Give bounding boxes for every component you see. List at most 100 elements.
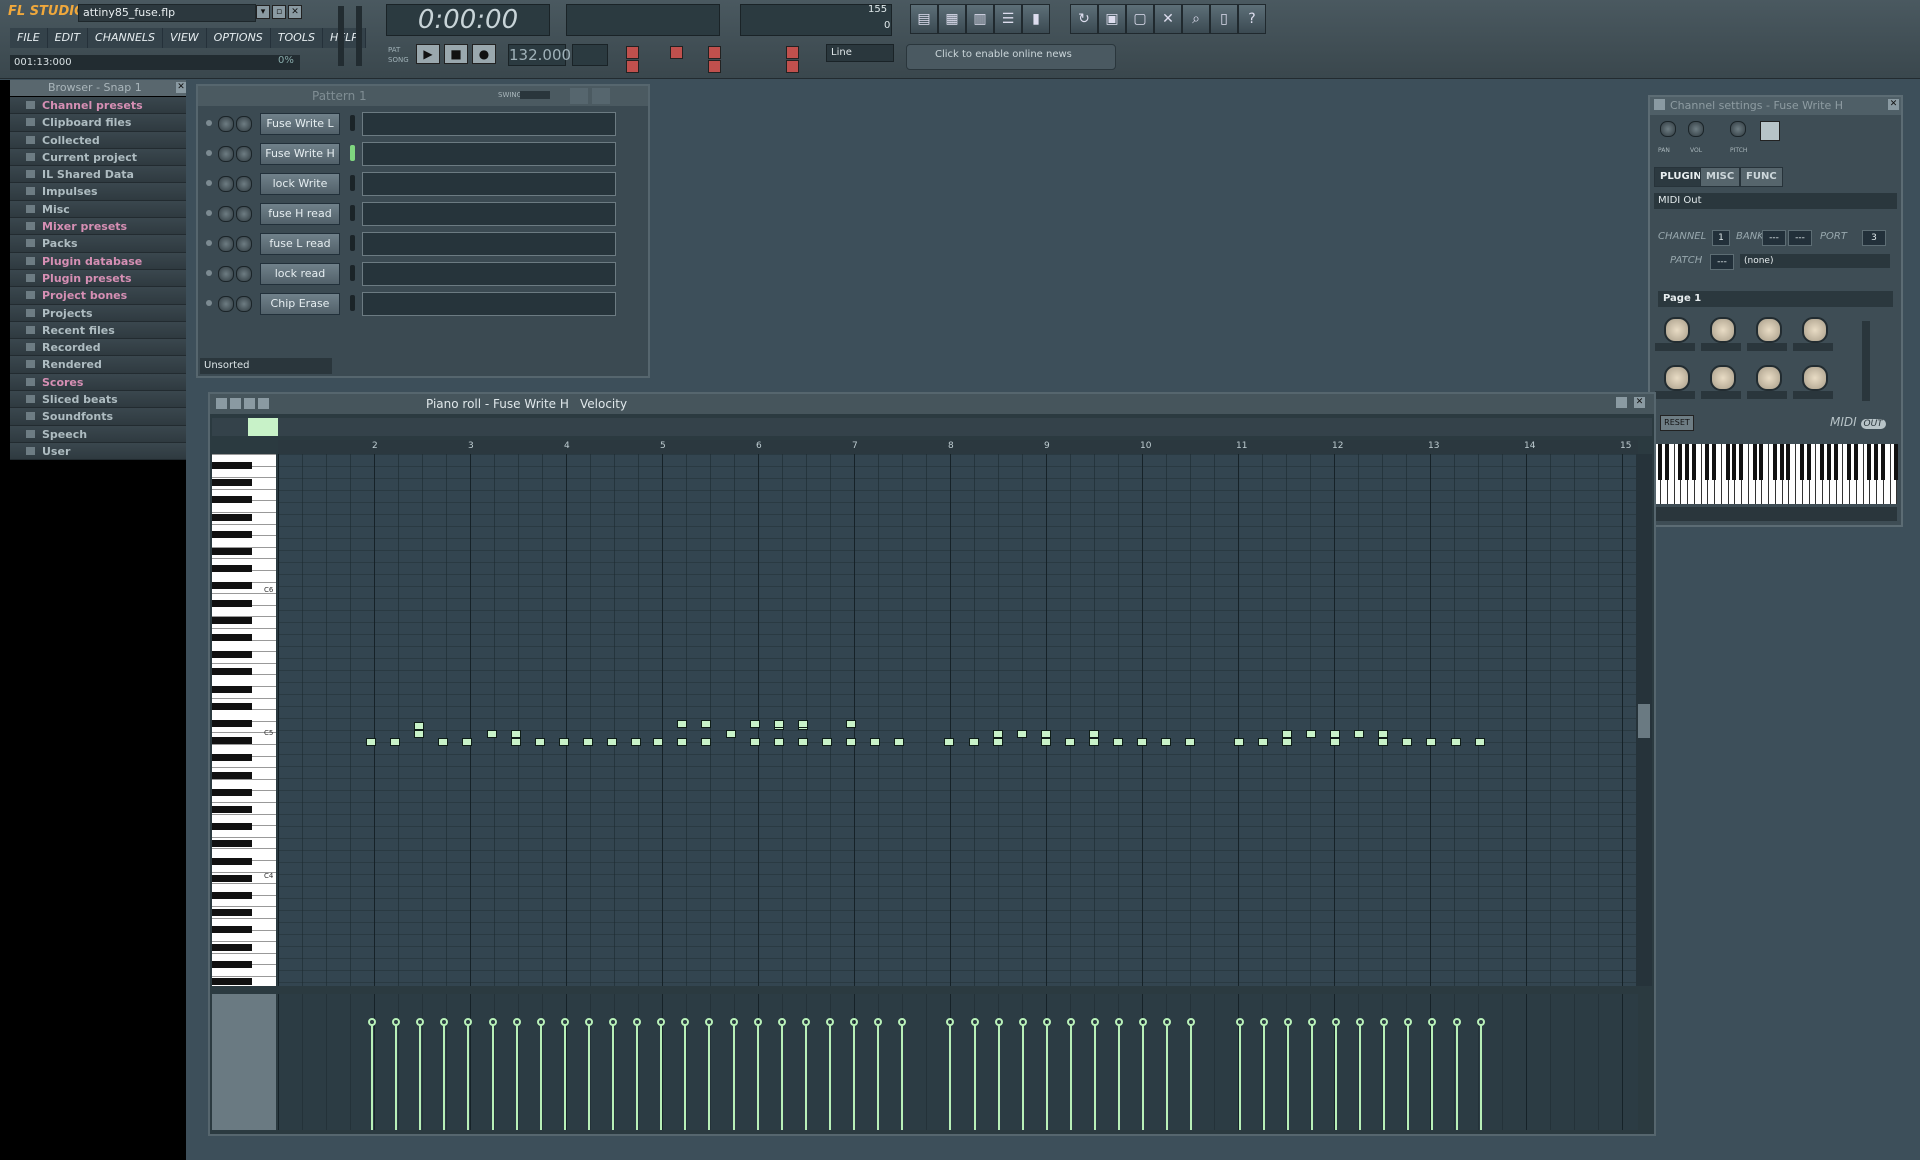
note[interactable] (1089, 738, 1099, 746)
step-sequencer-icon[interactable]: ▦ (938, 4, 966, 34)
volume-knob[interactable] (1688, 121, 1704, 137)
velocity-stem[interactable] (684, 1024, 687, 1130)
note[interactable] (438, 738, 449, 746)
browser-item[interactable]: User (10, 442, 186, 461)
velocity-handle[interactable] (1404, 1018, 1413, 1026)
velocity-stem[interactable] (780, 1024, 783, 1130)
browser-item[interactable]: Speech (10, 425, 186, 443)
browser-item[interactable]: Plugin database (10, 252, 186, 270)
typing-keyboard-toggle[interactable] (786, 60, 799, 73)
velocity-handle[interactable] (1476, 1018, 1485, 1026)
channel-pan-knob[interactable] (218, 296, 234, 312)
channel-pianoroll-preview[interactable] (362, 112, 616, 136)
velocity-handle[interactable] (681, 1018, 690, 1026)
channel-volume-knob[interactable] (236, 266, 252, 282)
mini-keyboard[interactable] (1654, 444, 1899, 504)
velocity-stem[interactable] (612, 1024, 614, 1130)
velocity-stem[interactable] (828, 1024, 831, 1130)
channel-pan-knob[interactable] (218, 236, 234, 252)
note[interactable] (1233, 738, 1244, 746)
velocity-handle[interactable] (440, 1018, 449, 1026)
browser-item[interactable]: Misc (10, 200, 186, 219)
play-button[interactable]: ▶ (416, 44, 440, 64)
channel-mute-led[interactable] (206, 180, 212, 186)
note[interactable] (607, 738, 617, 746)
magnet-icon[interactable] (230, 398, 241, 409)
cc-knob[interactable] (1802, 365, 1828, 391)
velocity-handle[interactable] (946, 1018, 955, 1026)
record-button[interactable]: ● (472, 44, 496, 64)
velocity-stem[interactable] (901, 1024, 904, 1130)
note[interactable] (1281, 730, 1292, 738)
note[interactable] (1354, 730, 1365, 738)
browser-item[interactable]: Recorded (10, 339, 186, 357)
note[interactable] (414, 730, 425, 738)
velocity-stem[interactable] (1190, 1024, 1193, 1130)
note[interactable] (846, 720, 856, 728)
channel-button[interactable]: fuse H read (260, 203, 340, 225)
velocity-stem[interactable] (708, 1024, 711, 1130)
note[interactable] (1040, 730, 1051, 738)
velocity-handle[interactable] (609, 1018, 617, 1026)
patch-name[interactable]: (none) (1740, 254, 1890, 268)
velocity-handle[interactable] (416, 1018, 425, 1026)
note[interactable] (944, 738, 955, 746)
channel-pan-knob[interactable] (218, 176, 234, 192)
velocity-handle[interactable] (1091, 1018, 1099, 1026)
minimize-icon[interactable]: ▾ (256, 5, 270, 19)
channel-volume-knob[interactable] (236, 296, 252, 312)
restore-icon[interactable]: ▫ (272, 5, 286, 19)
black-key[interactable] (212, 582, 252, 590)
cc-slider[interactable] (1862, 321, 1870, 401)
velocity-stem[interactable] (1407, 1024, 1410, 1130)
note[interactable] (992, 730, 1003, 738)
velocity-handle[interactable] (705, 1018, 714, 1026)
reset-button[interactable]: RESET (1660, 415, 1694, 431)
channel-pan-knob[interactable] (218, 206, 234, 222)
swing-slider[interactable] (520, 91, 550, 99)
velocity-handle[interactable] (1187, 1018, 1196, 1026)
save-icon[interactable]: ▣ (1098, 4, 1126, 34)
velocity-stem[interactable] (997, 1024, 1000, 1130)
note[interactable] (582, 738, 593, 746)
velocity-handle[interactable] (584, 1018, 593, 1026)
note[interactable] (1064, 738, 1075, 746)
black-key[interactable] (212, 651, 252, 659)
black-key[interactable] (212, 634, 252, 641)
velocity-handle[interactable] (1332, 1018, 1340, 1026)
channel-pianoroll-preview[interactable] (362, 262, 616, 286)
note[interactable] (1185, 738, 1196, 746)
browser-item[interactable]: Project bones (10, 287, 186, 305)
metronome-toggle[interactable] (626, 46, 639, 59)
velocity-handle[interactable] (560, 1018, 569, 1026)
time-ruler[interactable]: 2 3 4 5 6 7 8 9 10 11 12 13 14 15 (278, 440, 1638, 455)
black-key[interactable] (212, 530, 252, 538)
channel-select[interactable] (350, 145, 355, 161)
note[interactable] (773, 720, 784, 728)
note[interactable] (773, 738, 784, 746)
event-target[interactable]: Velocity (580, 396, 627, 412)
note[interactable] (677, 738, 688, 746)
cc-knob[interactable] (1664, 365, 1690, 391)
note[interactable] (870, 738, 881, 746)
browser-item[interactable]: Soundfonts (10, 408, 186, 426)
velocity-stem[interactable] (539, 1024, 542, 1130)
song-mode[interactable]: SONG (388, 56, 409, 64)
velocity-handle[interactable] (464, 1018, 473, 1026)
velocity-stem[interactable] (1142, 1024, 1145, 1130)
black-key[interactable] (212, 720, 252, 727)
note[interactable] (653, 738, 664, 746)
velocity-handle[interactable] (1042, 1018, 1051, 1026)
browser-item[interactable]: Sliced beats (10, 391, 186, 409)
vertical-scroll-thumb[interactable] (1638, 704, 1650, 738)
channel-settings-menu-icon[interactable] (1654, 99, 1665, 110)
zoom-handle[interactable] (248, 418, 278, 436)
piano-roll-title[interactable]: Piano roll - Fuse Write H (426, 396, 569, 412)
note[interactable] (1089, 730, 1099, 738)
black-key[interactable] (212, 960, 252, 968)
browser-item[interactable]: Scores (10, 373, 186, 392)
black-key[interactable] (212, 892, 252, 899)
note[interactable] (558, 738, 569, 746)
black-key[interactable] (212, 599, 252, 607)
channel-mute-led[interactable] (206, 120, 212, 126)
